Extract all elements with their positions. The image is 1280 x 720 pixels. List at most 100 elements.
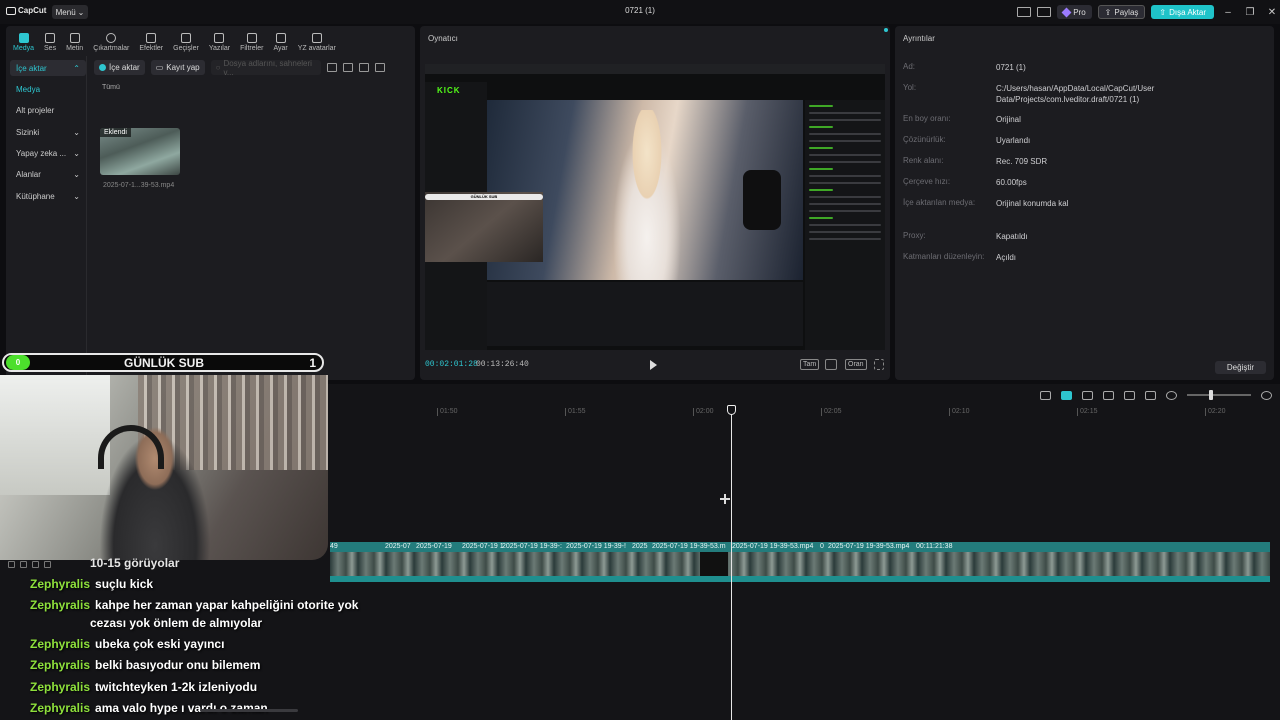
tab-label: Çıkartmalar xyxy=(93,45,130,52)
tab-label: Medya xyxy=(13,45,35,52)
facecam-preview xyxy=(425,192,543,262)
chat-username: Zephyralis xyxy=(30,577,91,591)
tab-label: YZ avatarlar xyxy=(297,45,336,52)
status-dot xyxy=(884,28,888,32)
tab-sticker[interactable]: Çıkartmalar xyxy=(88,26,134,52)
microphone xyxy=(743,170,781,230)
zoom-out-icon[interactable] xyxy=(1166,390,1177,400)
ratio-button[interactable]: Oran xyxy=(845,359,867,370)
link-icon[interactable] xyxy=(1082,390,1093,400)
chat-partial-line: 10-15 görüyolar xyxy=(90,556,180,570)
player-panel: Oynatıcı KICK GÜNLÜK SUB 00:02:01:28 00:… xyxy=(420,26,890,380)
capcut-logo: CapCut xyxy=(6,6,46,15)
sidebar-item[interactable]: Sizinki ⌄ xyxy=(10,124,86,140)
ruler-tick-label: 02:15 xyxy=(1077,408,1098,416)
sidebar-item[interactable]: Alanlar ⌄ xyxy=(10,167,86,183)
sidebar-item[interactable]: Yapay zeka ... ⌄ xyxy=(10,146,86,162)
maximize-icon[interactable]: ❐ xyxy=(1242,7,1258,18)
chat-text: ubeka çok eski yayıncı xyxy=(95,637,225,651)
sort-icon[interactable] xyxy=(358,63,369,72)
detail-key: Çözünürlük: xyxy=(903,135,946,144)
fullscreen-icon[interactable] xyxy=(874,359,884,370)
sidebar-item[interactable]: Kütüphane ⌄ xyxy=(10,188,86,204)
layout-icon[interactable] xyxy=(1017,7,1032,17)
tab-captions[interactable]: Yazılar xyxy=(204,26,235,52)
chat-username: Zephyralis xyxy=(30,637,91,651)
record-button[interactable]: ▭ Kayıt yap xyxy=(150,60,205,75)
minimize-icon[interactable]: – xyxy=(1220,7,1236,18)
detail-key: Renk alanı: xyxy=(903,156,944,165)
stream-info xyxy=(487,282,803,346)
zoom-in-icon[interactable] xyxy=(1261,390,1272,400)
horizontal-scrollbar[interactable] xyxy=(200,709,298,712)
sidebar-item[interactable]: İçe aktar ⌃ xyxy=(10,60,86,76)
tab-label: Filtreler xyxy=(240,45,264,52)
zoom-slider[interactable] xyxy=(1187,390,1251,400)
chat-username: Zephyralis xyxy=(30,598,91,612)
tab-media[interactable]: Medya xyxy=(8,26,39,52)
clip-label: 2025-07 xyxy=(385,543,411,550)
playhead[interactable] xyxy=(731,408,732,720)
clip-label: 2025-07-19 19-39-: xyxy=(502,543,562,550)
video-clip-track[interactable] xyxy=(330,552,1270,576)
divider xyxy=(86,56,87,376)
pro-button[interactable]: Pro xyxy=(1057,5,1092,19)
detail-value: Kapatıldı xyxy=(996,232,1028,241)
details-title: Ayrıntılar xyxy=(903,34,935,43)
detail-value: Uyarlandı xyxy=(996,136,1031,145)
menu-button[interactable]: Menü ⌄ xyxy=(52,5,88,19)
tab-ai-avatar[interactable]: YZ avatarlar xyxy=(293,26,341,52)
clip-label-strip[interactable]: 49 2025-07 2025-07-19 2025-07-19 1 2025-07-1… xyxy=(330,542,1270,552)
microphone-icon[interactable] xyxy=(1040,390,1051,400)
folder-icon[interactable] xyxy=(326,63,337,72)
ruler-tick-label: 02:05 xyxy=(821,408,842,416)
split-icon[interactable] xyxy=(1124,390,1135,400)
media-file-name: 2025-07-1...39-53.mp4 xyxy=(103,182,175,189)
all-filter-label[interactable]: Tümü xyxy=(102,84,120,91)
chat-message: cezası yok önlem de almıyolar xyxy=(90,615,262,632)
export-button[interactable]: ⇧ Dışa Aktar xyxy=(1151,5,1214,19)
time-ruler[interactable]: 01:50 01:55 02:00 02:05 02:10 02:15 02:20 xyxy=(330,406,1280,418)
filter-icon[interactable] xyxy=(374,63,385,72)
magnet-icon[interactable] xyxy=(1061,390,1072,400)
import-button[interactable]: İçe aktar xyxy=(94,60,145,75)
caption-icon[interactable] xyxy=(1145,390,1156,400)
media-thumbnail[interactable]: Eklendi xyxy=(100,128,180,175)
play-icon[interactable] xyxy=(650,360,657,370)
chat-message: Zephyralis suçlu kick xyxy=(30,576,153,593)
current-timecode: 00:02:01:28 xyxy=(425,360,478,369)
search-input[interactable]: ○ Dosya adlarını, sahneleri v... xyxy=(210,59,321,77)
zoom-knob[interactable] xyxy=(1209,390,1213,400)
chat-message: Zephyralis kahpe her zaman yapar kahpeliğ… xyxy=(30,597,358,614)
audio-waveform[interactable] xyxy=(330,576,1270,582)
tab-transitions[interactable]: Geçişler xyxy=(168,26,204,52)
close-icon[interactable]: ✕ xyxy=(1264,7,1280,18)
sidebar-item-label: Yapay zeka ... xyxy=(16,149,67,159)
full-quality-button[interactable]: Tam xyxy=(800,359,820,370)
clip-label: 2025-07-19 19-39-! xyxy=(566,543,626,550)
media-icon xyxy=(18,33,29,43)
ruler-tick-label: 02:10 xyxy=(949,408,970,416)
stream-chat xyxy=(805,100,885,350)
tab-text[interactable]: Metin xyxy=(61,26,88,52)
adjust-icon xyxy=(275,33,286,43)
chat-text: suçlu kick xyxy=(95,577,154,591)
tab-label: Geçişler xyxy=(173,45,199,52)
tab-adjust[interactable]: Ayar xyxy=(268,26,292,52)
ruler-tick-label: 01:50 xyxy=(437,408,458,416)
shortcuts-icon[interactable] xyxy=(1037,7,1052,17)
sidebar-item[interactable]: Alt projeler xyxy=(10,103,86,119)
playhead-handle[interactable] xyxy=(727,405,736,415)
sidebar-item[interactable]: Medya xyxy=(10,81,86,97)
grid-view-icon[interactable] xyxy=(342,63,353,72)
change-button[interactable]: Değiştir xyxy=(1214,361,1266,374)
tab-filters[interactable]: Filtreler xyxy=(235,26,268,52)
crop-icon[interactable] xyxy=(825,359,837,370)
video-preview[interactable]: KICK GÜNLÜK SUB xyxy=(425,64,885,350)
tab-effects[interactable]: Efektler xyxy=(134,26,168,52)
tab-audio[interactable]: Ses xyxy=(39,26,61,52)
camera-icon: ▭ xyxy=(155,63,164,72)
share-button[interactable]: ⇪ Paylaş xyxy=(1097,5,1146,19)
sidebar-item-label: İçe aktar xyxy=(16,63,47,73)
preview-axis-icon[interactable] xyxy=(1103,390,1114,400)
